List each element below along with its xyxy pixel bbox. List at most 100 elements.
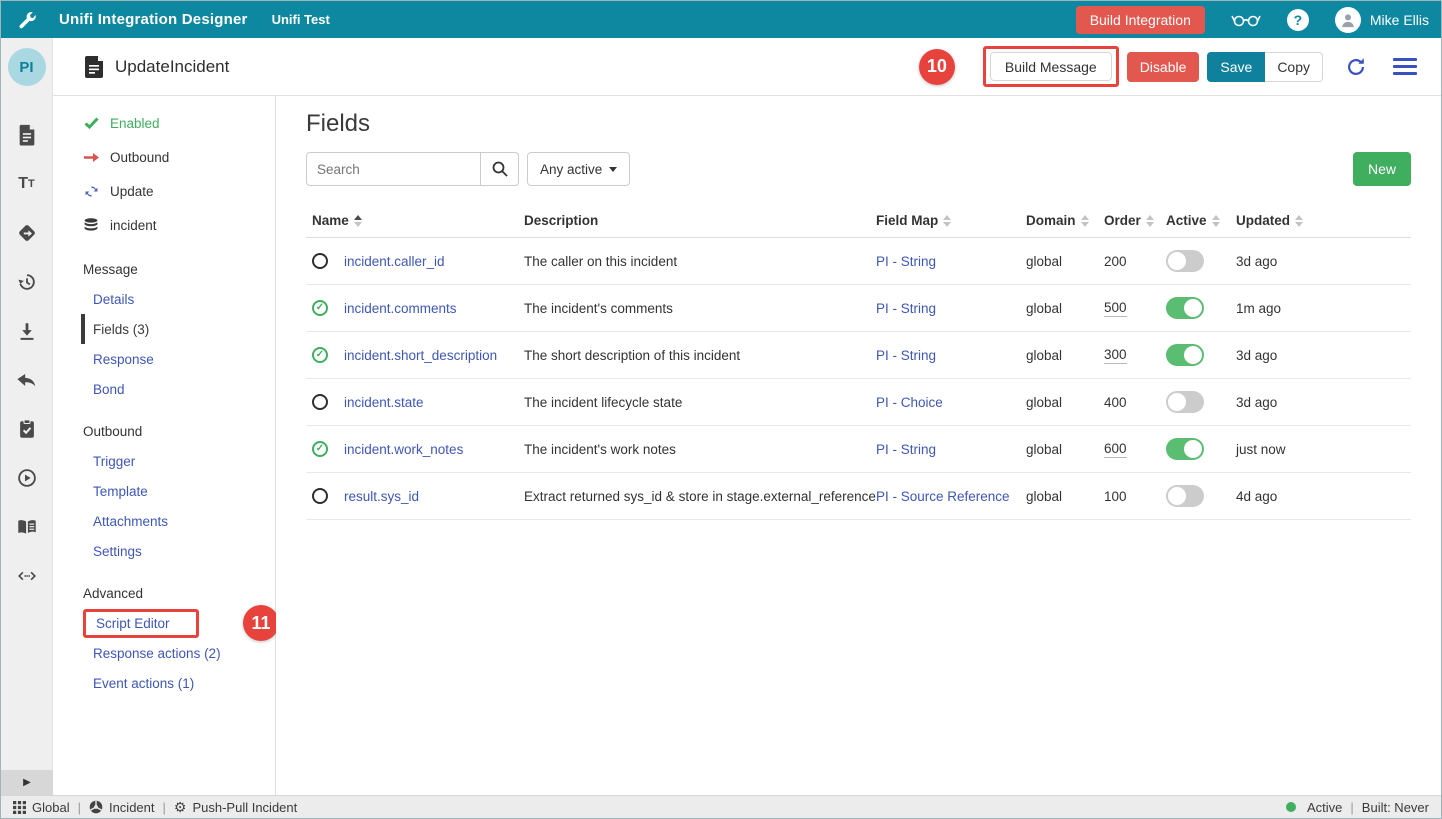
column-header-order[interactable]: Order bbox=[1104, 213, 1166, 228]
sort-icon bbox=[354, 215, 362, 227]
send-diamond-icon[interactable] bbox=[16, 222, 38, 244]
field-map-link[interactable]: PI - String bbox=[876, 254, 1026, 269]
field-order[interactable]: 300 bbox=[1104, 347, 1127, 364]
sort-icon bbox=[1081, 215, 1089, 227]
history-icon[interactable] bbox=[16, 271, 38, 293]
integration-avatar[interactable]: PI bbox=[8, 48, 46, 86]
sidebar-item-update[interactable]: Update bbox=[53, 174, 275, 208]
build-integration-button[interactable]: Build Integration bbox=[1076, 6, 1205, 34]
sort-icon bbox=[1212, 215, 1220, 227]
book-icon[interactable] bbox=[16, 516, 38, 538]
user-menu[interactable]: Mike Ellis bbox=[1335, 7, 1429, 33]
sidebar-item-attachments[interactable]: Attachments bbox=[53, 506, 275, 536]
annotation-badge-10: 10 bbox=[919, 49, 955, 85]
sidebar-item-outbound[interactable]: Outbound bbox=[53, 140, 275, 174]
field-order[interactable]: 500 bbox=[1104, 300, 1127, 317]
column-header-active[interactable]: Active bbox=[1166, 213, 1236, 228]
field-domain: global bbox=[1026, 348, 1104, 363]
help-icon[interactable]: ? bbox=[1287, 9, 1309, 31]
save-button[interactable]: Save bbox=[1207, 52, 1265, 82]
copy-button[interactable]: Copy bbox=[1265, 52, 1323, 82]
built-label: Built: Never bbox=[1362, 800, 1429, 815]
field-order: 100 bbox=[1104, 489, 1127, 504]
table-row: incident.state The incident lifecycle st… bbox=[306, 379, 1411, 426]
field-name-link[interactable]: result.sys_id bbox=[344, 489, 524, 504]
sidebar-item-response[interactable]: Response bbox=[53, 344, 275, 374]
disable-button[interactable]: Disable bbox=[1127, 52, 1200, 82]
field-name-link[interactable]: incident.caller_id bbox=[344, 254, 524, 269]
sidebar-item-trigger[interactable]: Trigger bbox=[53, 446, 275, 476]
field-status-icon bbox=[312, 300, 328, 316]
column-header-domain[interactable]: Domain bbox=[1026, 213, 1104, 228]
statusbar-integration[interactable]: Incident bbox=[89, 800, 155, 815]
sidebar-item-label: Response bbox=[93, 352, 154, 367]
column-header-name[interactable]: Name bbox=[312, 213, 524, 228]
database-icon bbox=[83, 218, 99, 233]
active-toggle[interactable] bbox=[1166, 485, 1204, 507]
table-row: incident.work_notes The incident's work … bbox=[306, 426, 1411, 473]
new-button[interactable]: New bbox=[1353, 152, 1411, 186]
tasks-icon[interactable] bbox=[16, 418, 38, 440]
text-format-icon[interactable]: TT bbox=[16, 173, 38, 195]
wrench-icon bbox=[17, 10, 37, 30]
play-circle-icon[interactable] bbox=[16, 467, 38, 489]
field-updated: 1m ago bbox=[1236, 301, 1411, 316]
environment-name[interactable]: Unifi Test bbox=[272, 12, 330, 27]
sidebar-item-enabled[interactable]: Enabled bbox=[53, 106, 275, 140]
reply-icon[interactable] bbox=[16, 369, 38, 391]
document-icon[interactable] bbox=[16, 124, 38, 146]
field-domain: global bbox=[1026, 442, 1104, 457]
column-header-field-map[interactable]: Field Map bbox=[876, 213, 1026, 228]
field-name-link[interactable]: incident.comments bbox=[344, 301, 524, 316]
active-toggle[interactable] bbox=[1166, 344, 1204, 366]
field-map-link[interactable]: PI - String bbox=[876, 348, 1026, 363]
sidebar-item-fields[interactable]: Fields (3) bbox=[81, 314, 275, 344]
column-header-description[interactable]: Description bbox=[524, 213, 876, 228]
field-name-link[interactable]: incident.work_notes bbox=[344, 442, 524, 457]
sidebar-item-event-actions[interactable]: Event actions (1) bbox=[53, 668, 275, 698]
arrow-right-icon bbox=[83, 152, 99, 163]
field-order[interactable]: 600 bbox=[1104, 441, 1127, 458]
expand-icon[interactable]: ▶ bbox=[1, 770, 53, 795]
sidebar-item-incident[interactable]: incident bbox=[53, 208, 275, 242]
field-map-link[interactable]: PI - Source Reference bbox=[876, 489, 1026, 504]
field-map-link[interactable]: PI - String bbox=[876, 442, 1026, 457]
field-domain: global bbox=[1026, 254, 1104, 269]
sidebar-item-settings[interactable]: Settings bbox=[53, 536, 275, 566]
field-status-icon bbox=[312, 394, 328, 410]
active-toggle[interactable] bbox=[1166, 391, 1204, 413]
refresh-icon[interactable] bbox=[1345, 56, 1367, 78]
column-header-updated[interactable]: Updated bbox=[1236, 213, 1411, 228]
field-name-link[interactable]: incident.short_description bbox=[344, 348, 524, 363]
top-navbar: Unifi Integration Designer Unifi Test Bu… bbox=[1, 1, 1442, 38]
app-title: Unifi Integration Designer bbox=[59, 11, 248, 28]
menu-icon[interactable] bbox=[1393, 58, 1417, 75]
active-toggle[interactable] bbox=[1166, 250, 1204, 272]
active-filter-dropdown[interactable]: Any active bbox=[527, 152, 630, 186]
field-name-link[interactable]: incident.state bbox=[344, 395, 524, 410]
sidebar-item-script-editor[interactable]: Script Editor 11 bbox=[53, 608, 275, 638]
table-header-row: Name Description Field Map Domain Order … bbox=[306, 204, 1411, 238]
statusbar-scope[interactable]: Global bbox=[13, 800, 70, 815]
sidebar-item-template[interactable]: Template bbox=[53, 476, 275, 506]
sidebar-item-label: incident bbox=[110, 218, 157, 233]
download-icon[interactable] bbox=[16, 320, 38, 342]
section-title-outbound: Outbound bbox=[53, 416, 275, 446]
scope-label: Global bbox=[32, 800, 70, 815]
sidebar-item-label: Response actions (2) bbox=[93, 646, 221, 661]
search-button[interactable] bbox=[481, 152, 519, 186]
field-map-link[interactable]: PI - String bbox=[876, 301, 1026, 316]
user-avatar-icon bbox=[1335, 7, 1361, 33]
preview-glasses-icon[interactable] bbox=[1231, 12, 1261, 28]
statusbar-process[interactable]: ⚙ Push-Pull Incident bbox=[174, 800, 297, 815]
code-icon[interactable] bbox=[16, 565, 38, 587]
sidebar-item-response-actions[interactable]: Response actions (2) bbox=[53, 638, 275, 668]
active-toggle[interactable] bbox=[1166, 438, 1204, 460]
active-toggle[interactable] bbox=[1166, 297, 1204, 319]
icon-rail: PI TT ▶ bbox=[1, 38, 53, 795]
search-input[interactable] bbox=[306, 152, 481, 186]
build-message-button[interactable]: Build Message bbox=[990, 52, 1112, 81]
sidebar-item-bond[interactable]: Bond bbox=[53, 374, 275, 404]
sidebar-item-details[interactable]: Details bbox=[53, 284, 275, 314]
field-map-link[interactable]: PI - Choice bbox=[876, 395, 1026, 410]
